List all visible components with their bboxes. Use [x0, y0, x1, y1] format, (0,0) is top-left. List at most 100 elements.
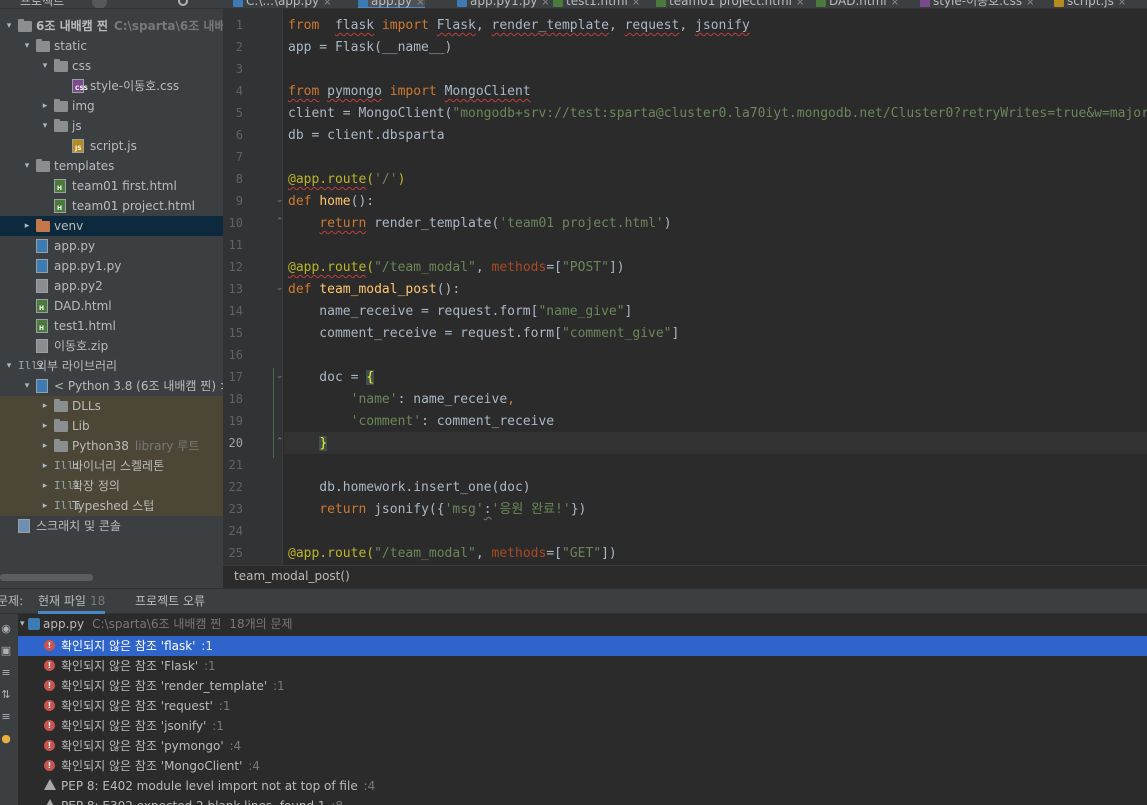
chevron-down-icon[interactable]: ▾: [22, 376, 32, 396]
chevron-right-icon[interactable]: ▸: [22, 216, 32, 236]
tab-style-css[interactable]: style-이동호.css ×: [920, 0, 1035, 8]
tree-item[interactable]: H DAD.html: [0, 296, 223, 316]
chevron-right-icon[interactable]: ▸: [40, 436, 50, 456]
close-icon[interactable]: ×: [541, 0, 549, 8]
python-file-icon: [233, 0, 243, 7]
problem-item[interactable]: ! 확인되지 않은 참조 'request' :1: [18, 696, 1147, 716]
problems-file-name: app.py: [43, 617, 85, 631]
chevron-right-icon[interactable]: ▸: [40, 476, 50, 496]
lightbulb-icon[interactable]: ●: [0, 732, 12, 745]
close-icon[interactable]: ×: [416, 0, 424, 8]
tab-test1-html[interactable]: test1.html ×: [553, 0, 640, 8]
problem-text: 확인되지 않은 참조 'MongoClient' :4: [61, 759, 260, 773]
problem-item[interactable]: PEP 8: E302 expected 2 blank lines, foun…: [18, 796, 1147, 805]
problem-location: :1: [269, 679, 285, 693]
close-icon[interactable]: ×: [1118, 0, 1126, 8]
chevron-right-icon[interactable]: ▸: [40, 496, 50, 516]
tree-item[interactable]: CSS style-이동호.css: [0, 76, 223, 96]
problems-file-row[interactable]: ▾ app.py C:\sparta\6조 내배캠 찐 18개의 문제: [18, 614, 1147, 634]
problem-item[interactable]: ! 확인되지 않은 참조 'jsonify' :1: [18, 716, 1147, 736]
tree-item[interactable]: app.py1.py: [0, 256, 223, 276]
tab-script-js[interactable]: script.js ×: [1054, 0, 1126, 8]
breadcrumb-function[interactable]: team_modal_post(): [234, 569, 350, 583]
tree-item[interactable]: ▾ js: [0, 116, 223, 136]
chevron-down-icon[interactable]: ▾: [40, 116, 50, 136]
chevron-down-icon[interactable]: ▾: [4, 356, 14, 376]
chevron-down-icon[interactable]: ▾: [22, 36, 32, 56]
tree-item[interactable]: ▾ css: [0, 56, 223, 76]
tab-dad-html[interactable]: DAD.html ×: [816, 0, 899, 8]
code-line: db.homework.insert_one(doc): [288, 480, 531, 495]
horizontal-scrollbar[interactable]: [0, 574, 93, 581]
fold-marker-icon[interactable]: ⌄: [276, 371, 284, 381]
fold-marker-icon[interactable]: ⌃: [276, 437, 284, 447]
chevron-right-icon[interactable]: ▸: [40, 396, 50, 416]
tree-item[interactable]: 이동호.zip: [0, 336, 223, 356]
folder-icon: [54, 399, 68, 412]
tab-c-app-py[interactable]: C:\...\app.py ×: [233, 0, 331, 8]
preview-icon[interactable]: ▣: [0, 644, 12, 657]
expand-icon[interactable]: ≡: [0, 666, 12, 679]
tree-item[interactable]: Hteam01 project.html: [0, 196, 223, 216]
tree-item[interactable]: app.py2: [0, 276, 223, 296]
tree-item[interactable]: ▸ venv: [0, 216, 223, 236]
tab-app-py[interactable]: app.py ×: [358, 0, 425, 8]
tab-app-py1-py[interactable]: app.py1.py ×: [457, 0, 550, 8]
tree-item[interactable]: ▾ < Python 3.8 (6조 내배캠 찐) >: [0, 376, 223, 396]
problem-item[interactable]: ! 확인되지 않은 참조 'MongoClient' :4: [18, 756, 1147, 776]
python-file-icon: [36, 239, 48, 253]
fold-marker-icon[interactable]: ⌄: [276, 283, 284, 293]
tab-team01-project-html[interactable]: team01 project.html ×: [656, 0, 804, 8]
close-icon[interactable]: ×: [323, 0, 331, 8]
tree-item[interactable]: ▸ img: [0, 96, 223, 116]
eye-icon[interactable]: ◉: [0, 622, 12, 635]
tree-item[interactable]: ▸ DLLs: [0, 396, 223, 416]
problem-location: :4: [359, 779, 376, 793]
chevron-down-icon[interactable]: ▾: [40, 56, 50, 76]
tab-current-file[interactable]: 현재 파일 18: [38, 589, 106, 614]
tree-item[interactable]: Hteam01 first.html: [0, 176, 223, 196]
tree-item[interactable]: JS script.js: [0, 136, 223, 156]
problem-item[interactable]: PEP 8: E402 module level import not at t…: [18, 776, 1147, 796]
chevron-down-icon[interactable]: ▾: [4, 16, 14, 36]
tree-item[interactable]: ▾ 6조 내배캠 찐C:\sparta\6조 내배캠 찐: [0, 16, 223, 36]
close-icon[interactable]: ×: [891, 0, 899, 8]
code-editor[interactable]: from flask import Flask, render_template…: [284, 9, 1147, 565]
problem-item[interactable]: ! 확인되지 않은 참조 'flask' :1: [18, 636, 1147, 656]
chevron-right-icon[interactable]: ▸: [40, 96, 50, 116]
code-line: @app.route("/team_modal", methods=["GET"…: [288, 546, 617, 561]
tree-item[interactable]: ▸ Lib: [0, 416, 223, 436]
tree-item[interactable]: Htest1.html: [0, 316, 223, 336]
close-icon[interactable]: ×: [1026, 0, 1034, 8]
code-line: }: [319, 436, 328, 451]
tab-project-errors[interactable]: 프로젝트 오류: [135, 589, 205, 614]
breadcrumb[interactable]: team_modal_post(): [223, 565, 1147, 587]
tree-item[interactable]: app.py: [0, 236, 223, 256]
problem-item[interactable]: ! 확인되지 않은 참조 'render_template' :1: [18, 676, 1147, 696]
problem-item[interactable]: ! 확인되지 않은 참조 'pymongo' :4: [18, 736, 1147, 756]
tree-item[interactable]: ▾ templates: [0, 156, 223, 176]
problem-item[interactable]: ! 확인되지 않은 참조 'Flask' :1: [18, 656, 1147, 676]
tree-item[interactable]: ▸ Illı Typeshed 스텁: [0, 496, 223, 516]
chevron-right-icon[interactable]: ▸: [40, 456, 50, 476]
tab-project[interactable]: 프로젝트: [20, 0, 64, 8]
error-icon: !: [44, 660, 55, 671]
chevron-down-icon[interactable]: ▾: [20, 614, 25, 634]
tree-item[interactable]: ▸ Illı 바이너리 스켈레톤: [0, 456, 223, 476]
tree-item[interactable]: ▾ Illı 외부 라이브러리: [0, 356, 223, 376]
error-icon: !: [44, 640, 55, 651]
tree-item[interactable]: ▾ static: [0, 36, 223, 56]
close-icon[interactable]: ×: [796, 0, 804, 8]
tree-item[interactable]: ▸ Python38 library 루트: [0, 436, 223, 456]
tree-item[interactable]: 스크래치 및 콘솔: [0, 516, 223, 536]
collapse-icon[interactable]: ≡: [0, 710, 12, 723]
fold-marker-icon[interactable]: ⌄: [276, 195, 284, 205]
close-icon[interactable]: ×: [632, 0, 640, 8]
filter-icon[interactable]: ⇅: [0, 688, 12, 701]
chevron-right-icon[interactable]: ▸: [40, 416, 50, 436]
tree-item[interactable]: ▸ Illı 확장 정의: [0, 476, 223, 496]
chevron-down-icon[interactable]: ▾: [22, 156, 32, 176]
expand-all-icon[interactable]: [92, 0, 107, 8]
fold-marker-icon[interactable]: ⌃: [276, 217, 284, 227]
gear-icon[interactable]: [178, 0, 188, 6]
